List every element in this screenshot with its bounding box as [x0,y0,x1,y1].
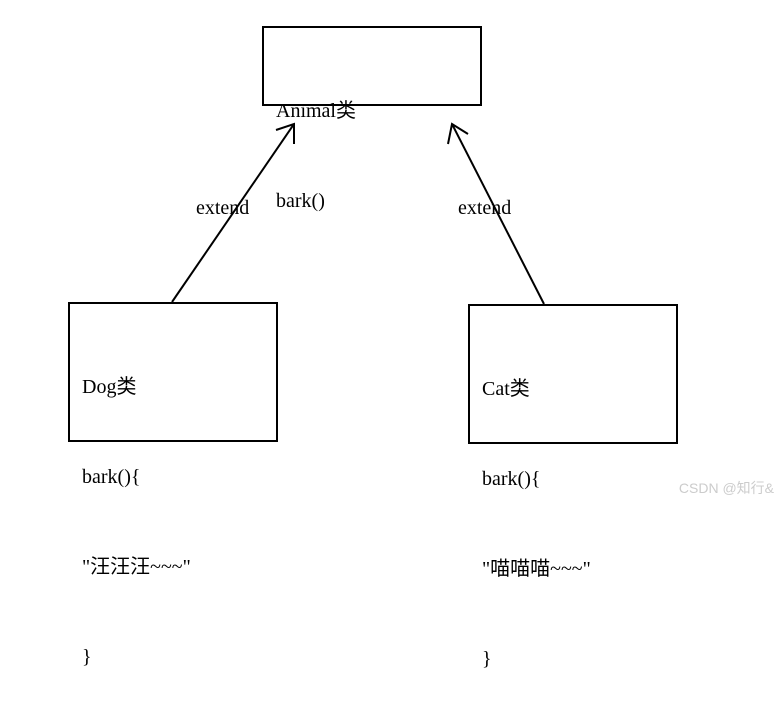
cat-class-name: Cat类 [482,374,664,404]
cat-class-box: Cat类 bark(){ "喵喵喵~~~" } [468,304,678,444]
animal-class-name: Animal类 [276,96,468,126]
dog-method-body: "汪汪汪~~~" [82,552,264,582]
dog-method-open: bark(){ [82,462,264,492]
cat-method-body: "喵喵喵~~~" [482,554,664,584]
animal-class-box: Animal类 bark() [262,26,482,106]
dog-method-close: } [82,642,264,672]
animal-method: bark() [276,186,468,216]
dog-class-name: Dog类 [82,372,264,402]
dog-class-box: Dog类 bark(){ "汪汪汪~~~" } [68,302,278,442]
extend-label-right: extend [458,197,511,220]
extend-label-left: extend [196,197,249,220]
watermark-text: CSDN @知行& [679,478,774,498]
cat-method-open: bark(){ [482,464,664,494]
cat-method-close: } [482,644,664,674]
